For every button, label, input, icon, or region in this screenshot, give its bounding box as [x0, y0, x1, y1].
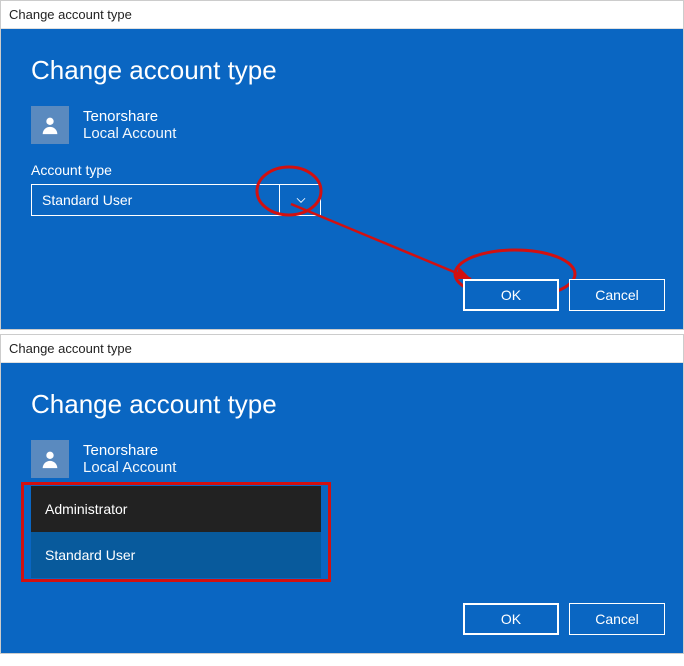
page-title: Change account type: [31, 389, 653, 420]
chevron-down-icon: [294, 193, 308, 207]
titlebar: Change account type: [1, 335, 683, 363]
account-info: Tenorshare Local Account: [31, 440, 653, 478]
button-row: OK Cancel: [463, 603, 665, 635]
ok-button-label: OK: [501, 287, 521, 303]
avatar: [31, 440, 69, 478]
panel: Change account type Tenorshare Local Acc…: [1, 29, 683, 329]
ok-button-label: OK: [501, 611, 521, 627]
account-type-label: Account type: [31, 162, 653, 178]
cancel-button[interactable]: Cancel: [569, 279, 665, 311]
account-name: Tenorshare: [83, 442, 176, 459]
account-text: Tenorshare Local Account: [83, 442, 176, 476]
window-change-account-type-closed: Change account type Change account type …: [0, 0, 684, 330]
account-type-value: Standard User: [42, 192, 132, 208]
select-arrow-button[interactable]: [279, 184, 321, 216]
account-status: Local Account: [83, 459, 176, 476]
account-info: Tenorshare Local Account: [31, 106, 653, 144]
user-icon: [39, 448, 61, 470]
avatar: [31, 106, 69, 144]
account-type-select[interactable]: Standard User: [31, 184, 321, 216]
cancel-button-label: Cancel: [595, 287, 639, 303]
ok-button[interactable]: OK: [463, 603, 559, 635]
user-icon: [39, 114, 61, 136]
annotation-box-dropdown: [21, 482, 331, 582]
page-title: Change account type: [31, 55, 653, 86]
cancel-button-label: Cancel: [595, 611, 639, 627]
account-text: Tenorshare Local Account: [83, 108, 176, 142]
titlebar-text: Change account type: [9, 7, 132, 22]
titlebar: Change account type: [1, 1, 683, 29]
account-name: Tenorshare: [83, 108, 176, 125]
cancel-button[interactable]: Cancel: [569, 603, 665, 635]
panel: Change account type Tenorshare Local Acc…: [1, 363, 683, 653]
titlebar-text: Change account type: [9, 341, 132, 356]
ok-button[interactable]: OK: [463, 279, 559, 311]
window-change-account-type-open: Change account type Change account type …: [0, 334, 684, 654]
account-status: Local Account: [83, 125, 176, 142]
button-row: OK Cancel: [463, 279, 665, 311]
